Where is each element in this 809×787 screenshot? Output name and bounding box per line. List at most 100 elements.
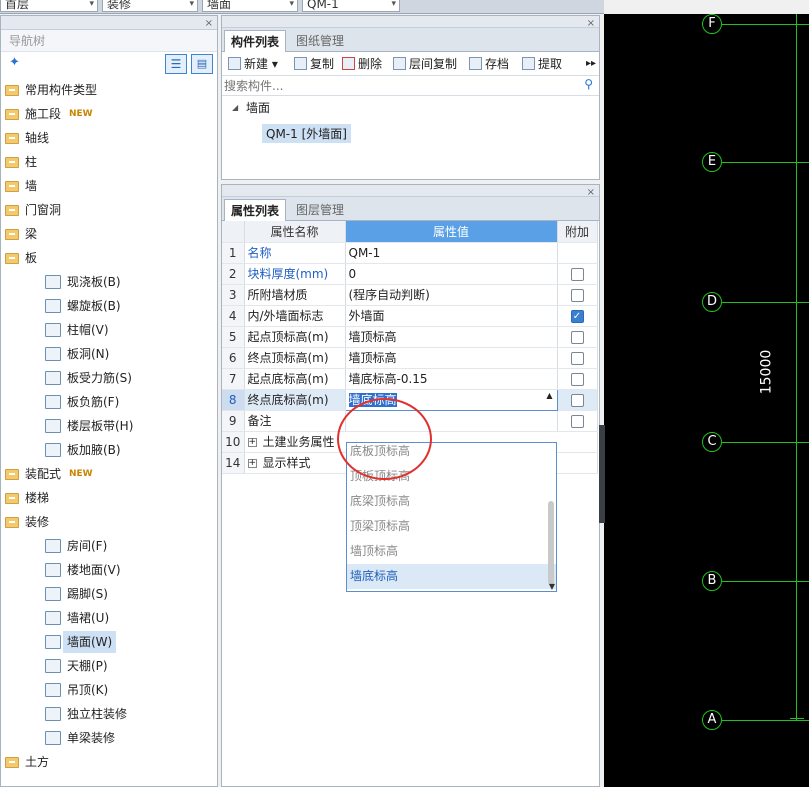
nav-item[interactable]: 门窗洞 [1, 198, 217, 222]
attach-checkbox[interactable] [570, 414, 584, 428]
nav-item[interactable]: 墙裙(U) [1, 606, 217, 630]
property-row[interactable]: 9 备注 [222, 410, 598, 432]
expand-icon[interactable]: + [247, 438, 257, 447]
component-dropdown[interactable]: QM-1 ▾ [302, 0, 400, 12]
dropdown-toggle-icon[interactable]: ▲ [546, 391, 552, 400]
nav-item[interactable]: 楼地面(V) [1, 558, 217, 582]
nav-item[interactable]: 柱 [1, 150, 217, 174]
property-value[interactable]: QM-1 [345, 242, 558, 264]
component-search-input[interactable] [224, 77, 574, 94]
nav-item[interactable]: 轴线 [1, 126, 217, 150]
nav-item[interactable]: 螺旋板(B) [1, 294, 217, 318]
archive-button[interactable]: 存档 [469, 52, 509, 76]
nav-item[interactable]: 板 [1, 246, 217, 270]
search-icon[interactable]: ⚲ [584, 77, 593, 91]
property-value[interactable]: 墙底标高-0.15 [345, 368, 558, 390]
extract-button[interactable]: 提取 [522, 52, 562, 76]
expand-icon[interactable]: + [247, 459, 257, 468]
property-row[interactable]: 8 终点底标高(m) 墙底标高 ▲ [222, 388, 598, 411]
dropdown-option[interactable]: 顶梁顶标高 [347, 514, 556, 539]
dropdown-option[interactable]: 顶板顶标高 [347, 464, 556, 489]
nav-item[interactable]: 板受力筋(S) [1, 366, 217, 390]
property-row[interactable]: 3 所附墙材质 (程序自动判断) [222, 284, 598, 306]
nav-item[interactable]: 吊顶(K) [1, 678, 217, 702]
category-dropdown[interactable]: 装修 ▾ [102, 0, 198, 12]
axis-marker[interactable]: A [702, 710, 722, 730]
property-value[interactable]: 外墙面 [345, 305, 558, 327]
scrollbar-thumb[interactable] [548, 501, 554, 585]
attach-checkbox[interactable] [570, 372, 584, 386]
more-icon[interactable]: ▸▸ [586, 52, 596, 76]
component-tree-root[interactable]: 墙面 [246, 99, 270, 116]
property-row[interactable]: 4 内/外墙面标志 外墙面 ✓ [222, 305, 598, 327]
tab-component-list[interactable]: 构件列表 [224, 30, 287, 52]
list-view-icon[interactable]: ☰ [165, 54, 187, 74]
grid-view-icon[interactable]: ▤ [191, 54, 213, 74]
type-dropdown[interactable]: 墙面 ▾ [202, 0, 298, 12]
scroll-down-icon[interactable]: ▼ [549, 582, 555, 591]
axis-marker[interactable]: C [702, 432, 722, 452]
floor-dropdown[interactable]: 首层 ▾ [0, 0, 98, 12]
nav-item[interactable]: 梁 [1, 222, 217, 246]
tab-layer-manage[interactable]: 图层管理 [290, 199, 350, 221]
dropdown-option[interactable]: 墙顶标高 [347, 539, 556, 564]
axis-marker[interactable]: B [702, 571, 722, 591]
property-value[interactable]: 墙顶标高 [345, 347, 558, 369]
nav-item[interactable]: 楼层板带(H) [1, 414, 217, 438]
attach-checkbox[interactable] [570, 351, 584, 365]
drawing-canvas[interactable]: 15000 F E D C B A [604, 14, 809, 787]
floor-selector-bar: 首层 ▾ 装修 ▾ 墙面 ▾ QM-1 ▾ [0, 0, 604, 14]
attach-checkbox[interactable] [570, 288, 584, 302]
property-value[interactable]: (程序自动判断) [345, 284, 558, 306]
nav-item[interactable]: 板洞(N) [1, 342, 217, 366]
delete-button[interactable]: 删除 [342, 52, 382, 76]
dropdown-option[interactable]: 底板顶标高 [347, 443, 556, 464]
property-row[interactable]: 2 块料厚度(mm) 0 [222, 263, 598, 285]
attach-checkbox[interactable] [570, 393, 584, 407]
attach-checkbox[interactable]: ✓ [570, 309, 584, 323]
nav-item[interactable]: 常用构件类型 [1, 78, 217, 102]
property-row[interactable]: 7 起点底标高(m) 墙底标高-0.15 [222, 368, 598, 390]
property-row[interactable]: 6 终点顶标高(m) 墙顶标高 [222, 347, 598, 369]
add-icon[interactable]: ✦ [9, 55, 20, 70]
tab-drawing-manage[interactable]: 图纸管理 [290, 30, 350, 52]
dropdown-option[interactable]: 墙底标高 [347, 564, 556, 589]
floor-copy-button[interactable]: 层间复制 [393, 52, 457, 76]
nav-item[interactable]: 施工段 NEW [1, 102, 217, 126]
splitter-handle[interactable] [599, 425, 605, 523]
property-value[interactable] [345, 410, 558, 432]
axis-marker[interactable]: F [702, 14, 722, 34]
nav-item[interactable]: 独立柱装修 [1, 702, 217, 726]
collapse-icon[interactable]: ◢ [232, 103, 238, 112]
new-button[interactable]: 新建 ▾ [228, 52, 278, 76]
attach-checkbox[interactable] [570, 267, 584, 281]
property-value[interactable]: 墙顶标高 [345, 326, 558, 348]
elevation-dropdown-list[interactable]: 底板顶标高 顶板顶标高 底梁顶标高 顶梁顶标高 墙顶标高 墙底标高 ▼ [346, 442, 557, 592]
nav-item[interactable]: 天棚(P) [1, 654, 217, 678]
property-value[interactable]: 墙底标高 ▲ [344, 388, 558, 411]
component-tree-item[interactable]: QM-1 [外墙面] [262, 124, 351, 143]
nav-item[interactable]: 墙 [1, 174, 217, 198]
nav-item[interactable]: 楼梯 [1, 486, 217, 510]
nav-item[interactable]: 踢脚(S) [1, 582, 217, 606]
nav-item[interactable]: 单梁装修 [1, 726, 217, 750]
nav-item[interactable]: 板负筋(F) [1, 390, 217, 414]
nav-item[interactable]: 板加腋(B) [1, 438, 217, 462]
nav-item[interactable]: 现浇板(B) [1, 270, 217, 294]
attach-checkbox[interactable] [570, 330, 584, 344]
copy-button[interactable]: 复制 [294, 52, 334, 76]
axis-marker[interactable]: D [702, 292, 722, 312]
axis-marker[interactable]: E [702, 152, 722, 172]
nav-item[interactable]: 装配式 NEW [1, 462, 217, 486]
dropdown-option[interactable]: 底梁顶标高 [347, 489, 556, 514]
property-row[interactable]: 1 名称 QM-1 [222, 242, 598, 264]
nav-item[interactable]: 柱帽(V) [1, 318, 217, 342]
nav-item[interactable]: 基础 [1, 774, 217, 778]
property-value[interactable]: 0 [345, 263, 558, 285]
nav-item[interactable]: 土方 [1, 750, 217, 774]
tab-property-list[interactable]: 属性列表 [224, 199, 287, 221]
property-row[interactable]: 5 起点顶标高(m) 墙顶标高 [222, 326, 598, 348]
nav-item[interactable]: 墙面(W) [1, 630, 217, 654]
nav-item[interactable]: 房间(F) [1, 534, 217, 558]
nav-item[interactable]: 装修 [1, 510, 217, 534]
